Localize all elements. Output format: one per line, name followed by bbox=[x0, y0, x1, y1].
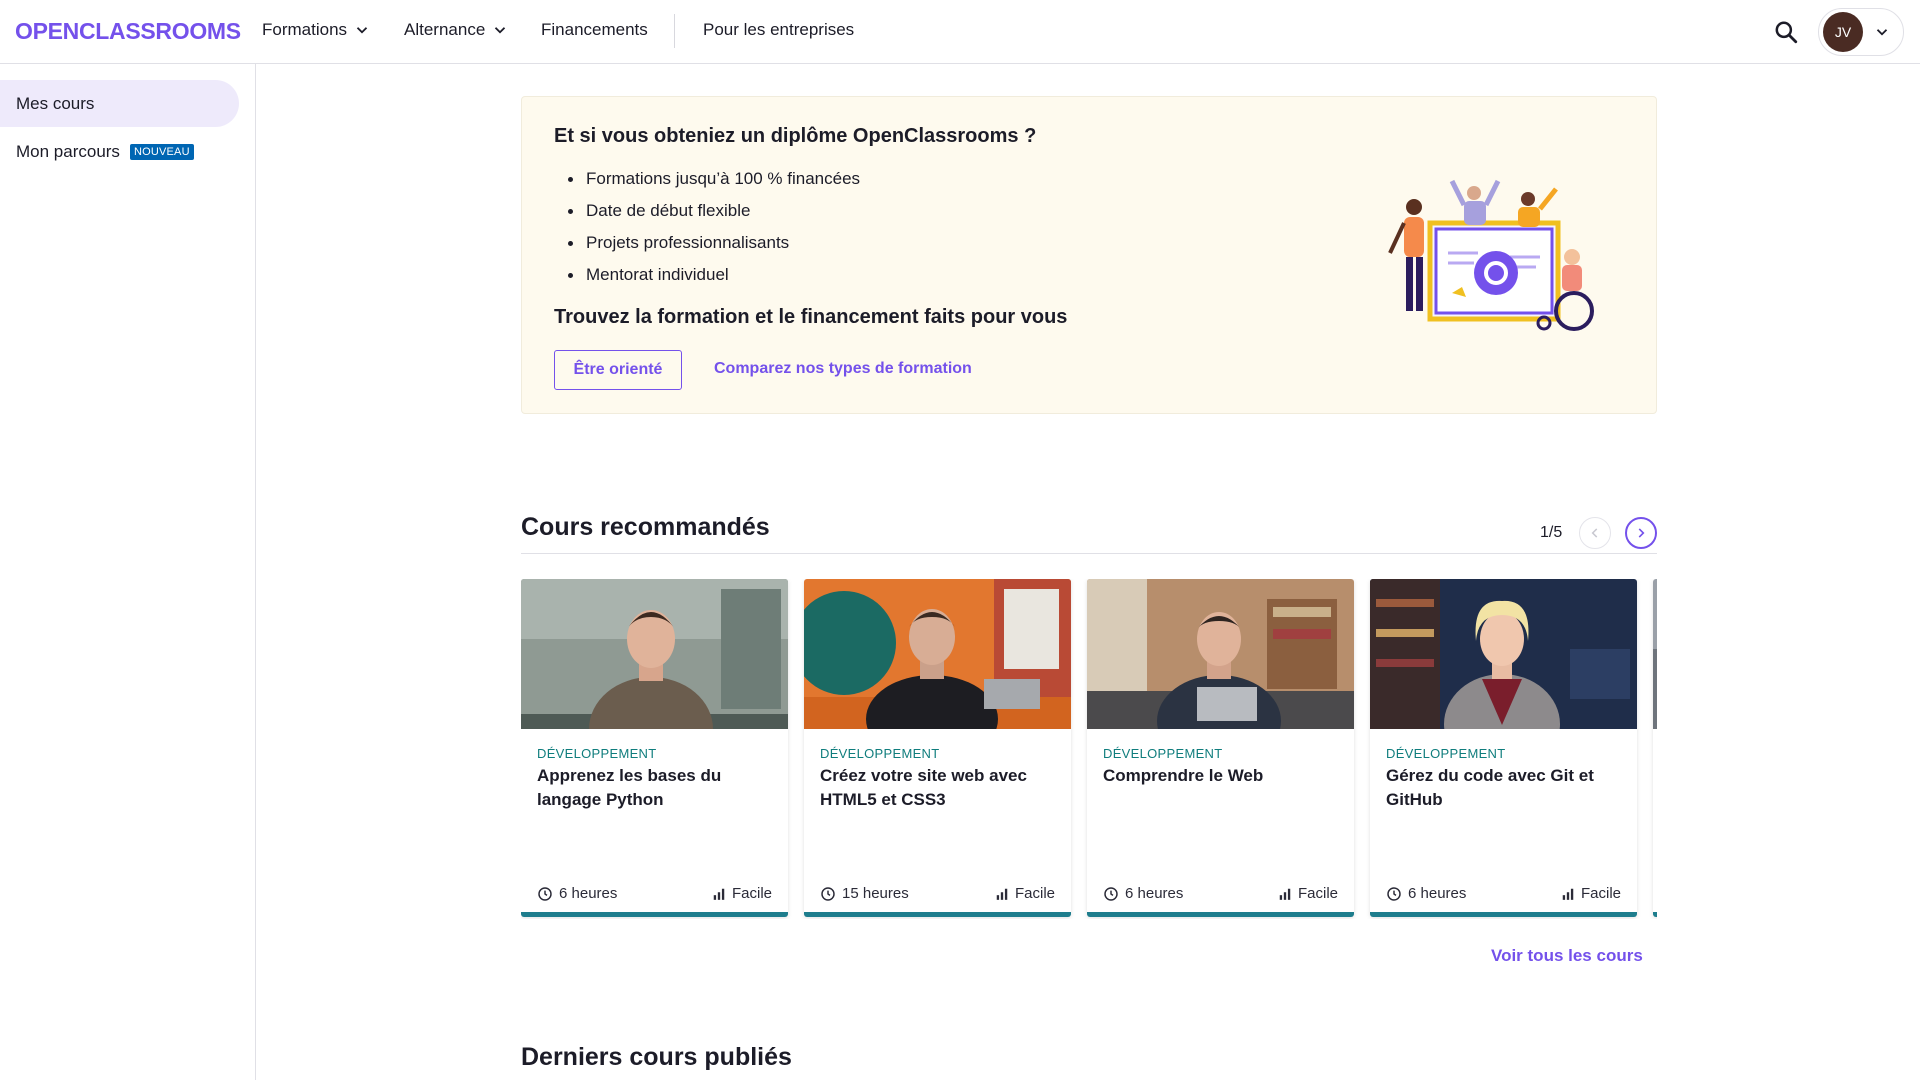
openclassrooms-logo[interactable]: OPENCLASSROOMS bbox=[15, 18, 241, 45]
course-duration: 6 heures bbox=[1103, 885, 1183, 902]
instructor-photo bbox=[804, 579, 1071, 729]
chevron-down-icon bbox=[1876, 29, 1888, 36]
course-thumbnail bbox=[1087, 579, 1354, 729]
course-thumbnail bbox=[1653, 579, 1657, 729]
level-bars-icon bbox=[996, 888, 1008, 900]
sidebar: Mes cours Mon parcours NOUVEAU bbox=[0, 64, 256, 1080]
clock-icon bbox=[821, 886, 835, 901]
course-level: Facile bbox=[712, 885, 772, 902]
search-button[interactable] bbox=[1770, 16, 1802, 48]
promo-title: Et si vous obteniez un diplôme OpenClass… bbox=[554, 125, 1037, 147]
chevron-left-icon bbox=[1591, 528, 1598, 538]
compare-formations-link[interactable]: Comparez nos types de formation bbox=[714, 360, 972, 378]
sidebar-item-mes-cours[interactable]: Mes cours bbox=[0, 80, 239, 127]
course-duration: 6 heures bbox=[1386, 885, 1466, 902]
course-duration-value: 6 heures bbox=[1408, 885, 1467, 902]
nav-entreprises[interactable]: Pour les entreprises bbox=[703, 20, 854, 40]
sidebar-item-label: Mes cours bbox=[16, 93, 95, 113]
carousel-prev-button[interactable] bbox=[1579, 517, 1611, 549]
course-level: Facile bbox=[1278, 885, 1338, 902]
etre-oriente-button[interactable]: Être orienté bbox=[554, 350, 682, 390]
section-divider bbox=[521, 553, 1657, 554]
recommended-section-title: Cours recommandés bbox=[521, 513, 770, 541]
chevron-down-icon bbox=[356, 27, 368, 34]
course-level: Facile bbox=[995, 885, 1055, 902]
course-card-partial[interactable] bbox=[1653, 579, 1657, 917]
course-category: DÉVELOPPEMENT bbox=[537, 746, 657, 761]
course-duration: 15 heures bbox=[820, 885, 909, 902]
promo-bullet: Date de début flexible bbox=[554, 195, 860, 227]
promo-bullet: Projets professionnalisants bbox=[554, 227, 860, 259]
graduation-illustration bbox=[1388, 179, 1594, 331]
carousel-next-button[interactable] bbox=[1625, 517, 1657, 549]
nav-alternance[interactable]: Alternance bbox=[404, 20, 509, 40]
diploma-promo-banner: Et si vous obteniez un diplôme OpenClass… bbox=[521, 96, 1657, 414]
course-thumbnail bbox=[521, 579, 788, 729]
course-level-value: Facile bbox=[1580, 885, 1621, 902]
course-level-value: Facile bbox=[731, 885, 772, 902]
course-level: Facile bbox=[1561, 885, 1621, 902]
level-bars-icon bbox=[1279, 888, 1291, 900]
course-title: Apprenez les bases du langage Python bbox=[537, 766, 722, 809]
instructor-photo bbox=[1653, 579, 1657, 729]
course-duration: 6 heures bbox=[537, 885, 617, 902]
course-card[interactable]: DÉVELOPPEMENT Apprenez les bases du lang… bbox=[521, 579, 788, 917]
course-meta: 6 heures Facile bbox=[537, 885, 772, 902]
clock-icon bbox=[1104, 886, 1118, 901]
chevron-down-icon bbox=[495, 27, 506, 34]
course-duration-value: 15 heures bbox=[842, 885, 909, 902]
instructor-photo bbox=[521, 579, 788, 729]
promo-bullet: Mentorat individuel bbox=[554, 259, 860, 291]
course-duration-value: 6 heures bbox=[559, 885, 618, 902]
new-badge: NOUVEAU bbox=[129, 143, 194, 160]
see-all-courses-link[interactable]: Voir tous les cours bbox=[1491, 946, 1643, 966]
chevron-right-icon bbox=[1638, 528, 1645, 538]
course-level-value: Facile bbox=[1014, 885, 1055, 902]
course-card[interactable]: DÉVELOPPEMENT Créez votre site web avec … bbox=[804, 579, 1071, 917]
carousel-pager: 1/5 bbox=[1540, 524, 1563, 541]
course-title: Gérez du code avec Git et GitHub bbox=[1386, 766, 1594, 809]
avatar: JV bbox=[1823, 12, 1863, 52]
clock-icon bbox=[1387, 886, 1401, 901]
nav-entreprises-label: Pour les entreprises bbox=[703, 20, 855, 39]
level-bars-icon bbox=[713, 888, 725, 900]
course-thumbnail bbox=[804, 579, 1071, 729]
course-category: DÉVELOPPEMENT bbox=[1386, 746, 1506, 761]
promo-benefits-list: Formations jusqu’à 100 % financées Date … bbox=[554, 163, 860, 291]
sidebar-item-mon-parcours[interactable]: Mon parcours NOUVEAU bbox=[0, 128, 239, 175]
nav-alternance-label: Alternance bbox=[404, 20, 486, 39]
clock-icon bbox=[538, 886, 552, 901]
nav-formations[interactable]: Formations bbox=[262, 20, 371, 40]
nav-divider bbox=[674, 14, 675, 48]
instructor-photo bbox=[1370, 579, 1637, 729]
course-category: DÉVELOPPEMENT bbox=[1103, 746, 1223, 761]
course-title: Comprendre le Web bbox=[1103, 766, 1264, 785]
course-meta: 15 heures Facile bbox=[820, 885, 1055, 902]
instructor-photo bbox=[1087, 579, 1354, 729]
course-category: DÉVELOPPEMENT bbox=[820, 746, 940, 761]
sidebar-item-label: Mon parcours bbox=[16, 141, 120, 161]
course-card[interactable]: DÉVELOPPEMENT Comprendre le Web 6 heures… bbox=[1087, 579, 1354, 917]
promo-subtitle: Trouvez la formation et le financement f… bbox=[554, 306, 1068, 328]
course-meta: 6 heures Facile bbox=[1103, 885, 1338, 902]
level-bars-icon bbox=[1562, 888, 1574, 900]
top-header: OPENCLASSROOMS Formations Alternance Fin… bbox=[0, 0, 1920, 64]
course-title: Créez votre site web avec HTML5 et CSS3 bbox=[820, 766, 1027, 809]
latest-section-title: Derniers cours publiés bbox=[521, 1043, 792, 1071]
user-menu[interactable]: JV bbox=[1818, 8, 1904, 56]
nav-formations-label: Formations bbox=[262, 20, 348, 39]
nav-financements[interactable]: Financements bbox=[541, 20, 648, 40]
course-level-value: Facile bbox=[1297, 885, 1338, 902]
course-meta: 6 heures Facile bbox=[1386, 885, 1621, 902]
search-icon bbox=[1775, 21, 1798, 44]
promo-bullet: Formations jusqu’à 100 % financées bbox=[554, 163, 860, 195]
course-thumbnail bbox=[1370, 579, 1637, 729]
recommended-courses-carousel: DÉVELOPPEMENT Apprenez les bases du lang… bbox=[521, 579, 1657, 919]
course-duration-value: 6 heures bbox=[1125, 885, 1184, 902]
nav-financements-label: Financements bbox=[541, 20, 648, 39]
course-card[interactable]: DÉVELOPPEMENT Gérez du code avec Git et … bbox=[1370, 579, 1637, 917]
